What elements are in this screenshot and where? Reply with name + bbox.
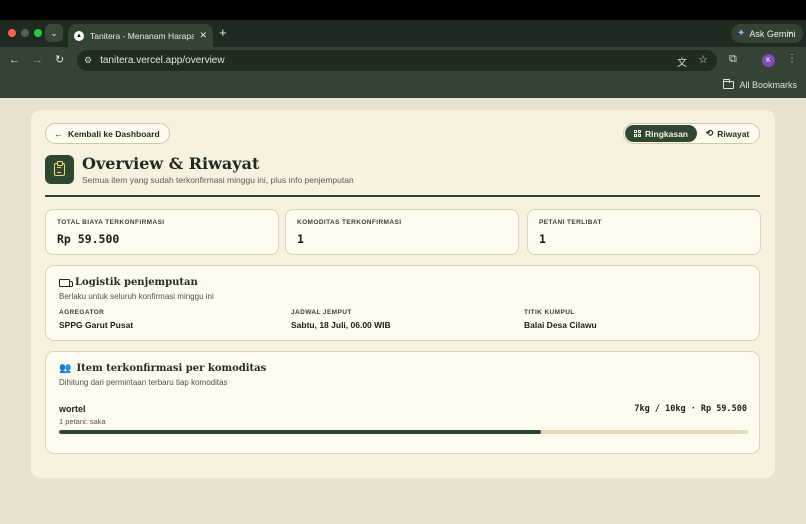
field-value: Sabtu, 18 Juli, 06.00 WIB xyxy=(291,320,391,330)
tab-bar: ⌄ ▲ Tanitera - Menanam Harapan ✕ + ✦ Ask… xyxy=(0,20,806,47)
stat-value: 1 xyxy=(539,232,546,246)
history-icon: ⟲ xyxy=(705,128,714,138)
logistics-aggregator: AGREGATOR SPPG Garut Pusat xyxy=(59,309,133,330)
back-to-dashboard-label: Kembali ke Dashboard xyxy=(68,128,160,139)
tab-search-button[interactable]: ⌄ xyxy=(45,24,63,42)
top-strip xyxy=(0,0,806,20)
stat-label: PETANI TERLIBAT xyxy=(539,219,602,226)
logistics-meeting-point: TITIK KUMPUL Balai Desa Cilawu xyxy=(524,309,597,330)
tab-riwayat[interactable]: ⟲ Riwayat xyxy=(697,125,758,142)
chevron-down-icon: ⌄ xyxy=(50,27,58,38)
forward-arrow-icon[interactable]: → xyxy=(32,53,43,67)
logistics-schedule: JADWAL JEMPUT Sabtu, 18 Juli, 06.00 WIB xyxy=(291,309,391,330)
view-toggle: Ringkasan ⟲ Riwayat xyxy=(623,123,760,144)
site-settings-icon[interactable]: ⚙ xyxy=(84,55,92,66)
stat-farmers: PETANI TERLIBAT 1 xyxy=(527,209,761,255)
overview-card: ← Kembali ke Dashboard Ringkasan ⟲ Riway… xyxy=(31,110,775,478)
minimize-window-button[interactable] xyxy=(21,29,29,37)
browser-tab[interactable]: ▲ Tanitera - Menanam Harapan ✕ xyxy=(68,24,213,47)
browser-toolbar: ← → ↻ ⚙ tanitera.vercel.app/overview 文 ☆… xyxy=(0,47,806,74)
browser-menu-icon[interactable]: ⋮ xyxy=(787,53,797,64)
back-to-dashboard-button[interactable]: ← Kembali ke Dashboard xyxy=(45,123,170,144)
item-progress-fill xyxy=(59,430,542,434)
bookmarks-bar: All Bookmarks xyxy=(0,74,806,98)
stat-label: TOTAL BIAYA TERKONFIRMASI xyxy=(57,219,165,226)
clipboard-icon xyxy=(54,161,65,176)
item-quantity-price: 7kg / 10kg · Rp 59.500 xyxy=(634,404,747,414)
users-icon: 👥 xyxy=(59,363,72,374)
address-bar[interactable]: ⚙ tanitera.vercel.app/overview 文 ☆ xyxy=(77,50,717,71)
reload-icon[interactable]: ↻ xyxy=(55,53,64,67)
stat-value: Rp 59.500 xyxy=(57,232,120,246)
extensions-puzzle-icon[interactable]: ⧉ xyxy=(729,53,737,66)
new-tab-button[interactable]: + xyxy=(219,26,227,40)
stat-commodities: KOMODITAS TERKONFIRMASI 1 xyxy=(285,209,519,255)
grid-icon xyxy=(634,130,641,137)
all-bookmarks-button[interactable]: All Bookmarks xyxy=(723,79,797,90)
page-title: Overview & Riwayat xyxy=(82,154,260,173)
logistics-panel: Logistik penjemputan Berlaku untuk selur… xyxy=(45,265,760,341)
folder-icon xyxy=(723,79,735,89)
back-arrow-icon[interactable]: ← xyxy=(9,53,20,67)
items-title: Item terkonfirmasi per komoditas xyxy=(76,363,267,374)
arrow-left-icon: ← xyxy=(54,128,63,139)
clipboard-badge xyxy=(45,155,74,184)
truck-icon xyxy=(59,278,73,287)
stat-total-cost: TOTAL BIAYA TERKONFIRMASI Rp 59.500 xyxy=(45,209,279,255)
tab-riwayat-label: Riwayat xyxy=(717,128,750,139)
field-value: SPPG Garut Pusat xyxy=(59,320,134,330)
stat-label: KOMODITAS TERKONFIRMASI xyxy=(297,219,402,226)
bookmark-star-icon[interactable]: ☆ xyxy=(698,53,708,66)
close-window-button[interactable] xyxy=(8,29,16,37)
item-farmers: 1 petani: saka xyxy=(59,417,106,426)
item-progress-bar xyxy=(59,430,748,434)
tab-ringkasan[interactable]: Ringkasan xyxy=(625,125,697,142)
translate-icon[interactable]: 文 xyxy=(677,54,687,69)
items-subtitle: Dihitung dari permintaan terbaru tiap ko… xyxy=(59,378,228,387)
logistics-title: Logistik penjemputan xyxy=(75,277,198,288)
header-divider xyxy=(45,195,760,197)
url-text: tanitera.vercel.app/overview xyxy=(100,55,225,66)
confirmed-items-panel: 👥 Item terkonfirmasi per komoditas Dihit… xyxy=(45,351,760,454)
tab-strip-more-icon[interactable]: ⌄ xyxy=(786,26,794,37)
field-label: TITIK KUMPUL xyxy=(524,309,575,316)
gemini-sparkle-icon: ✦ xyxy=(737,28,746,39)
item-name: wortel xyxy=(59,404,86,414)
tab-favicon-icon: ▲ xyxy=(74,30,84,41)
all-bookmarks-label: All Bookmarks xyxy=(739,80,797,90)
field-label: AGREGATOR xyxy=(59,309,105,316)
field-value: Balai Desa Cilawu xyxy=(524,320,597,330)
logistics-subtitle: Berlaku untuk seluruh konfirmasi minggu … xyxy=(59,292,214,301)
tab-title: Tanitera - Menanam Harapan xyxy=(90,30,195,41)
profile-avatar[interactable]: K xyxy=(762,54,775,67)
tab-ringkasan-label: Ringkasan xyxy=(645,128,688,139)
field-label: JADWAL JEMPUT xyxy=(291,309,352,316)
close-tab-icon[interactable]: ✕ xyxy=(199,30,207,41)
page-subtitle: Semua item yang sudah terkonfirmasi ming… xyxy=(82,175,354,185)
maximize-window-button[interactable] xyxy=(34,29,42,37)
stat-value: 1 xyxy=(297,232,304,246)
